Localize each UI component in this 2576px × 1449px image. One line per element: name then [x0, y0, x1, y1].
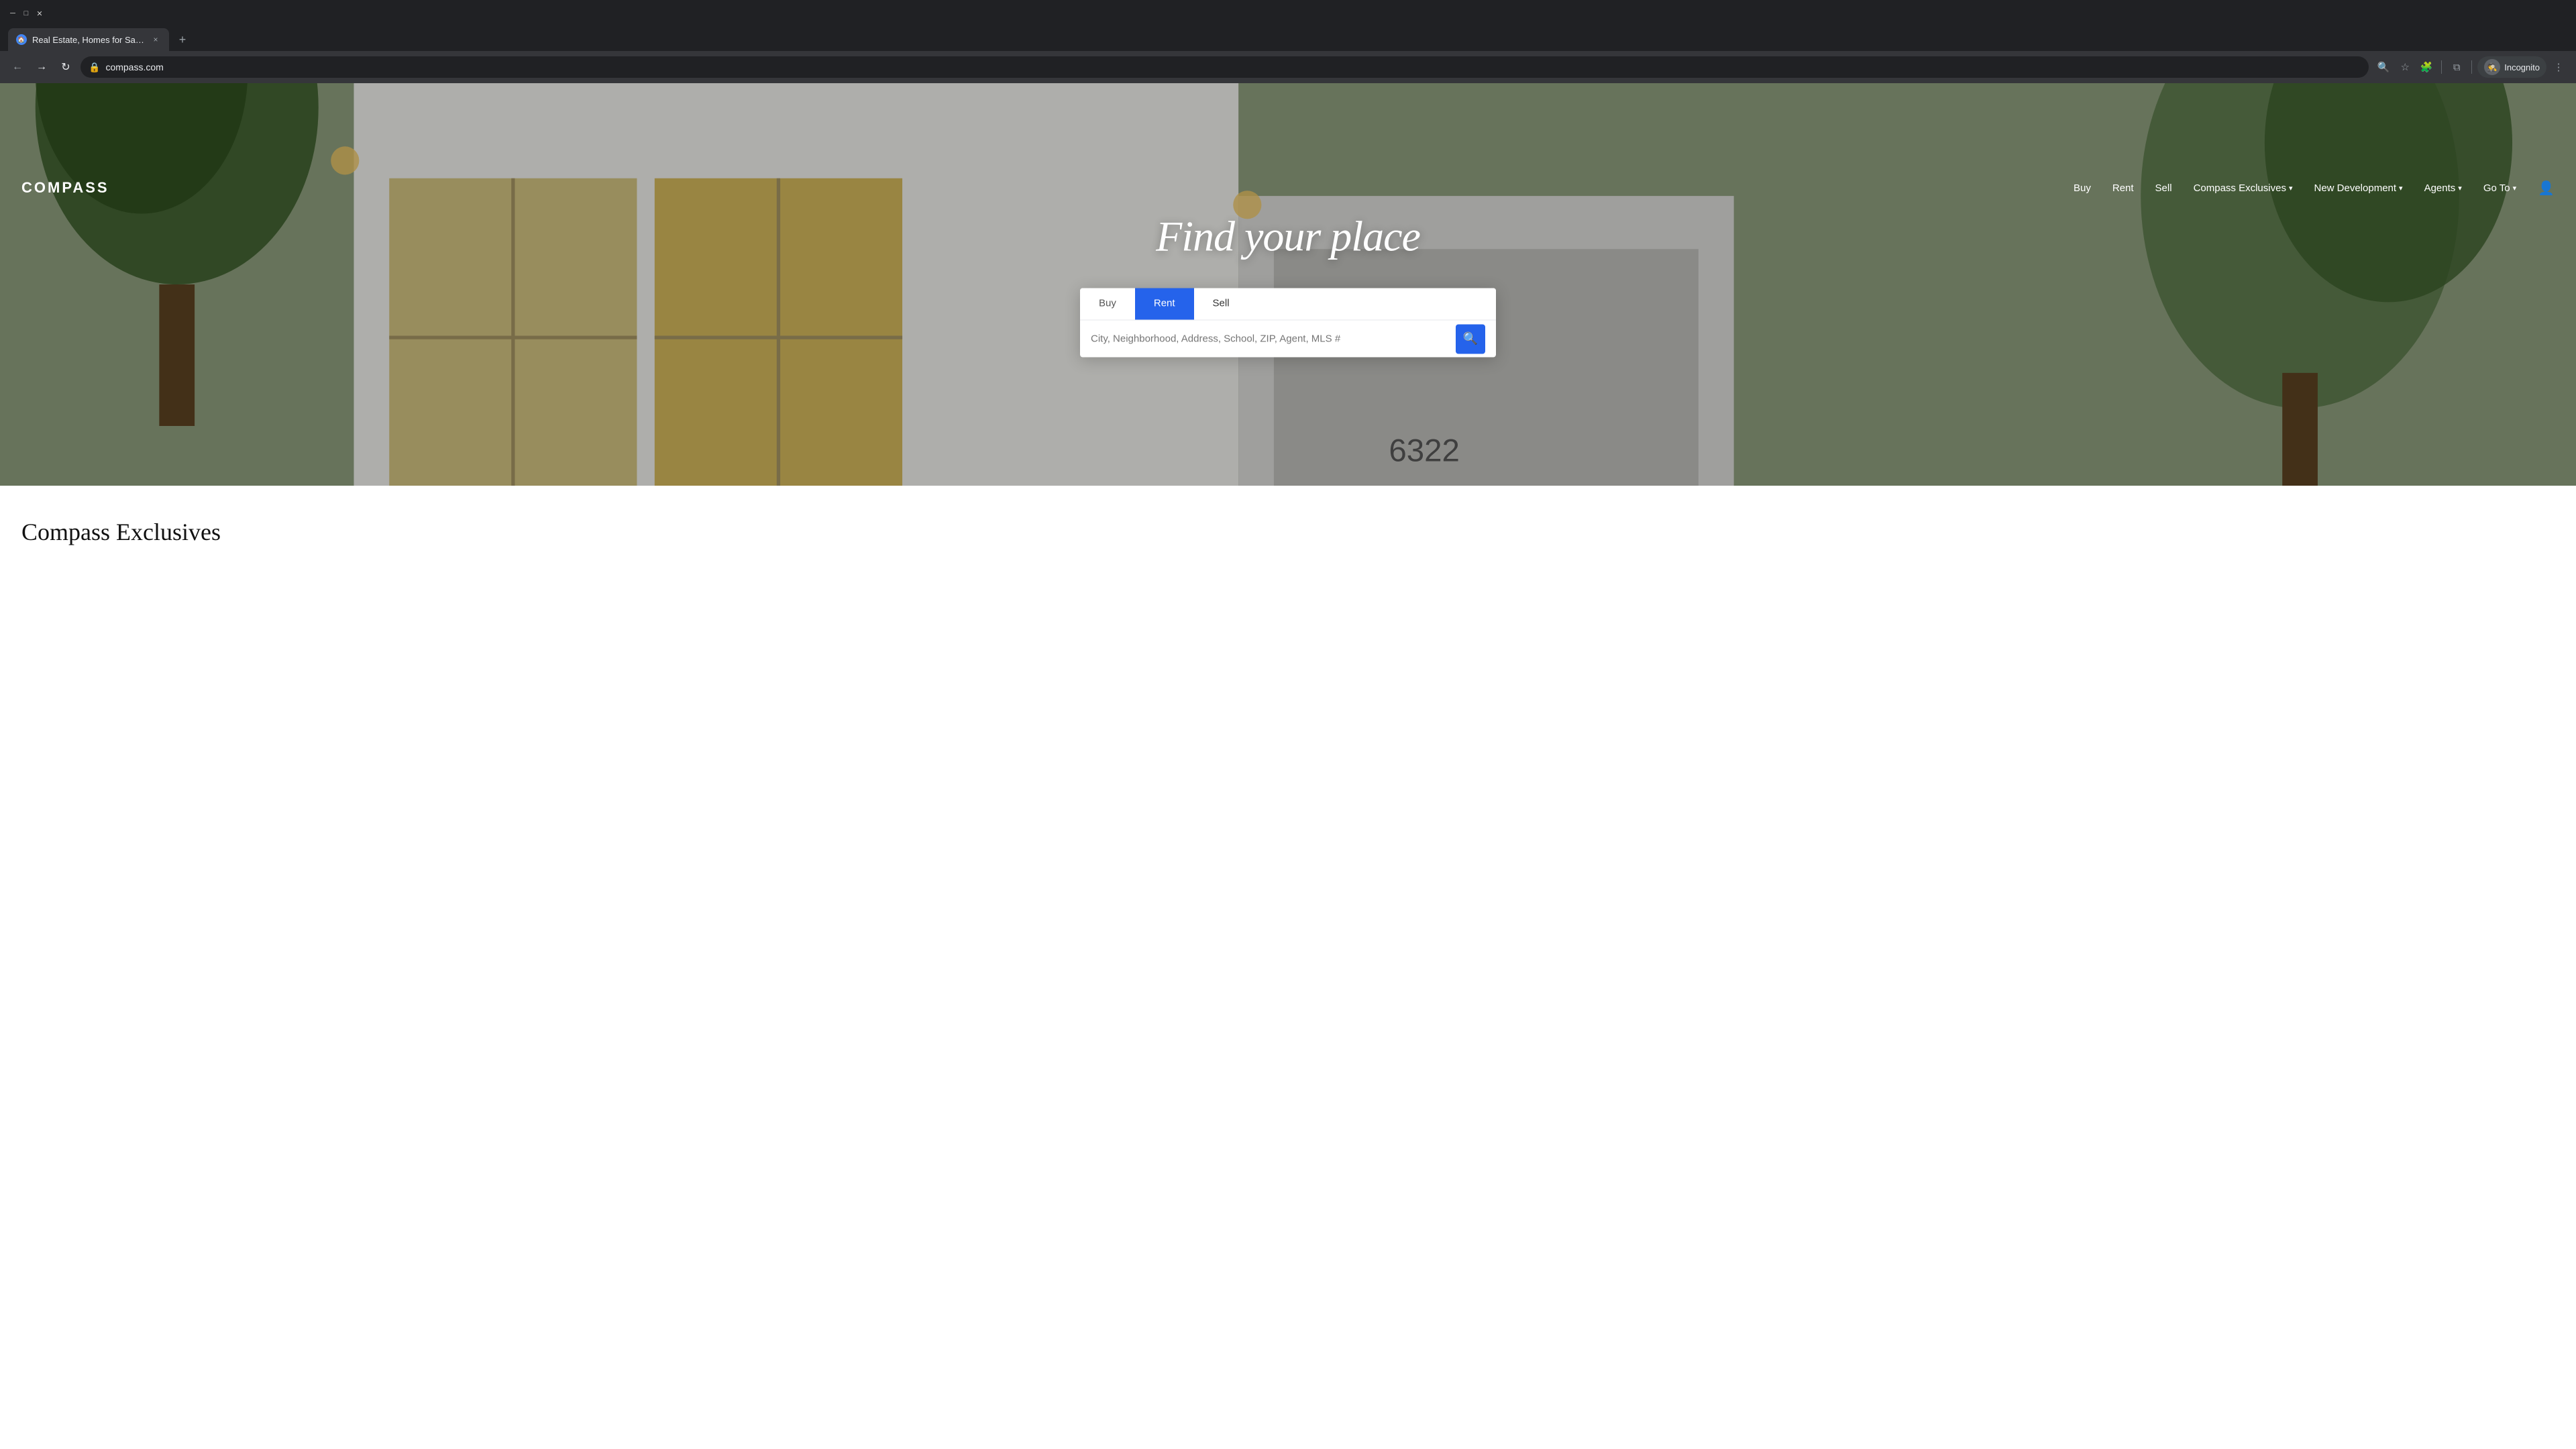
search-magnifier-icon: 🔍	[1463, 332, 1478, 346]
hero-title: Find your place	[0, 212, 2576, 262]
tab-close-button[interactable]: ×	[150, 34, 161, 45]
forward-button[interactable]: →	[32, 58, 51, 76]
compass-logo[interactable]: COMPASS	[21, 179, 109, 197]
tab-title: Real Estate, Homes for Sale & A	[32, 35, 145, 45]
search-input[interactable]	[1091, 333, 1456, 345]
browser-titlebar: ─ □ ✕	[0, 0, 2576, 27]
new-dev-label: New Development	[2314, 182, 2396, 194]
hero-section: 6322 COMPASS Buy Rent Sell	[0, 83, 2576, 486]
search-tab-rent[interactable]: Rent	[1135, 288, 1194, 320]
tab-favicon: 🏠	[16, 34, 27, 45]
close-button[interactable]: ✕	[35, 9, 44, 18]
incognito-button[interactable]: 🕵 Incognito	[2477, 56, 2546, 78]
user-account-icon[interactable]: 👤	[2538, 180, 2555, 197]
bookmark-button[interactable]: ☆	[2396, 58, 2414, 76]
refresh-button[interactable]: ↻	[56, 58, 75, 76]
nav-rent-link[interactable]: Rent	[2112, 182, 2134, 194]
nav-exclusives-link[interactable]: Compass Exclusives ▾	[2194, 182, 2293, 194]
compass-exclusives-heading: Compass Exclusives	[21, 518, 2555, 546]
search-box: 🔍	[1080, 320, 1496, 358]
toolbar-actions: 🔍 ☆ 🧩 ⧉ 🕵 Incognito ⋮	[2374, 56, 2568, 78]
tab-bar: 🏠 Real Estate, Homes for Sale & A × +	[0, 27, 2576, 51]
more-options-button[interactable]: ⋮	[2549, 58, 2568, 76]
toolbar-divider-2	[2471, 60, 2472, 74]
search-button[interactable]: 🔍	[1456, 324, 1485, 354]
nav-sell-link[interactable]: Sell	[2155, 182, 2172, 194]
exclusives-chevron-down-icon: ▾	[2289, 184, 2293, 193]
new-dev-chevron-down-icon: ▾	[2399, 184, 2403, 193]
incognito-icon: 🕵	[2484, 59, 2500, 75]
agents-chevron-down-icon: ▾	[2458, 184, 2462, 193]
nav-goto-link[interactable]: Go To ▾	[2483, 182, 2516, 194]
split-view-button[interactable]: ⧉	[2447, 58, 2466, 76]
search-tabs: Buy Rent Sell	[1080, 288, 1496, 320]
search-tab-sell[interactable]: Sell	[1194, 288, 1248, 320]
back-button[interactable]: ←	[8, 58, 27, 76]
url-text: compass.com	[105, 62, 2361, 72]
goto-label: Go To	[2483, 182, 2510, 194]
nav-links: Buy Rent Sell Compass Exclusives ▾ New D…	[2074, 180, 2555, 197]
incognito-label: Incognito	[2504, 62, 2540, 72]
new-tab-button[interactable]: +	[173, 30, 192, 49]
nav-buy-link[interactable]: Buy	[2074, 182, 2091, 194]
lock-icon: 🔒	[89, 62, 100, 73]
window-controls: ─ □ ✕	[8, 9, 44, 18]
search-icon-button[interactable]: 🔍	[2374, 58, 2393, 76]
refresh-icon: ↻	[61, 60, 70, 74]
minimize-button[interactable]: ─	[8, 9, 17, 18]
below-hero-section: Compass Exclusives	[0, 486, 2576, 568]
active-tab[interactable]: 🏠 Real Estate, Homes for Sale & A ×	[8, 28, 169, 51]
site-navigation: COMPASS Buy Rent Sell Compass Exclusives…	[0, 166, 2576, 209]
back-icon: ←	[12, 61, 23, 73]
nav-agents-link[interactable]: Agents ▾	[2424, 182, 2462, 194]
extensions-button[interactable]: 🧩	[2417, 58, 2436, 76]
search-tab-buy[interactable]: Buy	[1080, 288, 1135, 320]
forward-icon: →	[36, 61, 47, 73]
search-widget: Buy Rent Sell 🔍	[1080, 288, 1496, 358]
exclusives-label: Compass Exclusives	[2194, 182, 2286, 194]
address-bar[interactable]: 🔒 compass.com	[80, 56, 2369, 78]
goto-chevron-down-icon: ▾	[2513, 184, 2517, 193]
agents-label: Agents	[2424, 182, 2456, 194]
hero-content: Find your place Buy Rent Sell 🔍	[0, 212, 2576, 358]
site-wrapper: 6322 COMPASS Buy Rent Sell	[0, 83, 2576, 568]
nav-new-development-link[interactable]: New Development ▾	[2314, 182, 2402, 194]
maximize-button[interactable]: □	[21, 9, 31, 18]
browser-chrome: ─ □ ✕ 🏠 Real Estate, Homes for Sale & A …	[0, 0, 2576, 83]
browser-toolbar: ← → ↻ 🔒 compass.com 🔍 ☆ 🧩 ⧉ 🕵 Incognito …	[0, 51, 2576, 83]
toolbar-divider	[2441, 60, 2442, 74]
